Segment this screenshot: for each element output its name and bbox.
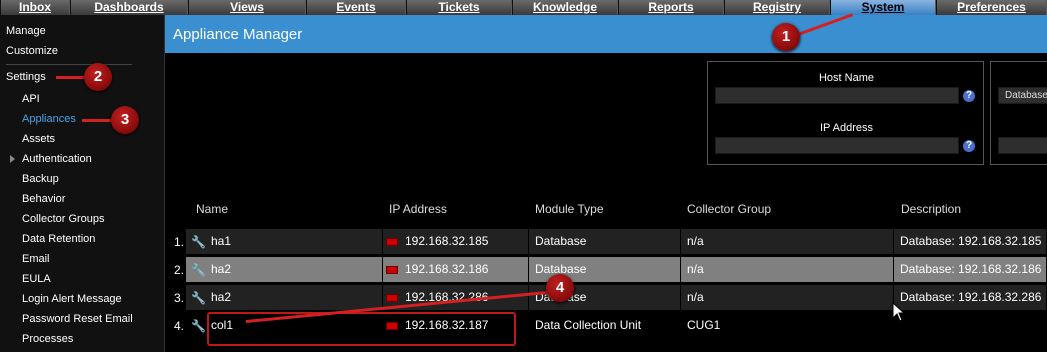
tab-tickets[interactable]: Tickets: [406, 0, 512, 15]
cell-description: [894, 313, 1047, 338]
sidebar-item-email[interactable]: Email: [22, 253, 50, 265]
cell-module-type: Database: [529, 229, 681, 254]
cell-ip: 192.168.32.186: [383, 257, 529, 282]
tab-system[interactable]: System: [830, 0, 936, 15]
wrench-icon[interactable]: 🔧: [191, 319, 206, 333]
sidebar-item-login-alert-message[interactable]: Login Alert Message: [22, 293, 122, 305]
sidebar-item-eula[interactable]: EULA: [22, 273, 51, 285]
cell-collector-group: n/a: [681, 229, 894, 254]
row-number: 3.: [174, 291, 185, 305]
annotation-badge-3: 3: [111, 106, 139, 134]
column-header-description[interactable]: Description: [901, 202, 961, 216]
table-row[interactable]: ha2 192.168.32.186 Database n/a Database…: [186, 257, 1047, 282]
column-header-name[interactable]: Name: [196, 202, 228, 216]
module-filter-input[interactable]: [998, 137, 1047, 154]
sidebar-divider: [6, 64, 132, 65]
tab-reports[interactable]: Reports: [618, 0, 724, 15]
cell-name[interactable]: ha2: [186, 285, 383, 310]
sidebar-item-api[interactable]: API: [22, 93, 40, 105]
column-header-module-type[interactable]: Module Type: [535, 202, 604, 216]
annotation-badge-2: 2: [84, 63, 112, 91]
sidebar-item-backup[interactable]: Backup: [22, 173, 59, 185]
sidebar-item-manage[interactable]: Manage: [6, 25, 46, 37]
sidebar-item-assets[interactable]: Assets: [22, 133, 55, 145]
host-name-label: Host Name: [818, 72, 875, 84]
appliance-icon: [386, 266, 398, 274]
sidebar: Manage Customize Settings API Appliances…: [0, 15, 165, 352]
annotation-badge-4: 4: [546, 274, 574, 302]
help-icon[interactable]: ?: [963, 90, 975, 102]
row-number: 2.: [174, 263, 185, 277]
tab-registry[interactable]: Registry: [724, 0, 830, 15]
cell-name[interactable]: ha1: [186, 229, 383, 254]
table-row[interactable]: ha1 192.168.32.185 Database n/a Database…: [186, 229, 1047, 254]
page-header: Appliance Manager: [165, 15, 1047, 53]
ip-address-label: IP Address: [820, 122, 873, 134]
page-title: Appliance Manager: [173, 26, 303, 43]
tab-preferences[interactable]: Preferences: [936, 0, 1047, 15]
top-tab-bar: Inbox Dashboards Views Events Tickets Kn…: [0, 0, 1047, 15]
cell-collector-group: n/a: [681, 257, 894, 282]
sidebar-item-collector-groups[interactable]: Collector Groups: [22, 213, 105, 225]
ip-address-input[interactable]: [715, 137, 959, 154]
appliance-icon: [386, 238, 398, 246]
tab-inbox[interactable]: Inbox: [0, 0, 70, 15]
annotation-arrow: [82, 119, 112, 122]
host-name-input[interactable]: [715, 87, 959, 104]
appliance-icon: [386, 294, 398, 302]
cell-collector-group: CUG1: [681, 313, 894, 338]
sidebar-item-password-reset-email[interactable]: Password Reset Email: [22, 313, 133, 325]
tab-views[interactable]: Views: [188, 0, 306, 15]
cell-description: Database: 192.168.32.286: [894, 285, 1047, 310]
sidebar-item-behavior[interactable]: Behavior: [22, 193, 65, 205]
cell-name[interactable]: ha2: [186, 257, 383, 282]
help-icon[interactable]: ?: [963, 140, 975, 152]
wrench-icon[interactable]: 🔧: [191, 263, 206, 277]
cell-description: Database: 192.168.32.186: [894, 257, 1047, 282]
filter-panel-module: Database: [990, 61, 1047, 165]
annotation-badge-1: 1: [772, 23, 800, 51]
cell-collector-group: n/a: [681, 285, 894, 310]
row-number: 4.: [174, 319, 185, 333]
cell-module-type: Data Collection Unit: [529, 313, 681, 338]
tab-dashboards[interactable]: Dashboards: [70, 0, 188, 15]
expand-arrow-icon[interactable]: [10, 155, 15, 163]
sidebar-item-customize[interactable]: Customize: [6, 45, 58, 57]
sidebar-item-authentication[interactable]: Authentication: [22, 153, 92, 165]
column-header-ip[interactable]: IP Address: [389, 202, 447, 216]
cell-ip: 192.168.32.185: [383, 229, 529, 254]
tab-knowledge[interactable]: Knowledge: [512, 0, 618, 15]
cell-description: Database: 192.168.32.185: [894, 229, 1047, 254]
mouse-cursor-icon: [892, 302, 906, 322]
wrench-icon[interactable]: 🔧: [191, 235, 206, 249]
sidebar-item-appliances[interactable]: Appliances: [22, 113, 76, 125]
sidebar-item-processes[interactable]: Processes: [22, 333, 73, 345]
column-header-collector-group[interactable]: Collector Group: [687, 202, 771, 216]
wrench-icon[interactable]: 🔧: [191, 291, 206, 305]
sidebar-item-settings[interactable]: Settings: [6, 71, 46, 83]
filter-panel-host: Host Name ? IP Address ?: [707, 61, 984, 165]
highlight-box: [207, 312, 516, 346]
sidebar-item-data-retention[interactable]: Data Retention: [22, 233, 95, 245]
row-number: 1.: [174, 235, 185, 249]
table-row[interactable]: ha2 192.168.32.286 Database n/a Database…: [186, 285, 1047, 310]
tab-events[interactable]: Events: [306, 0, 406, 15]
module-type-select[interactable]: Database: [998, 87, 1047, 104]
